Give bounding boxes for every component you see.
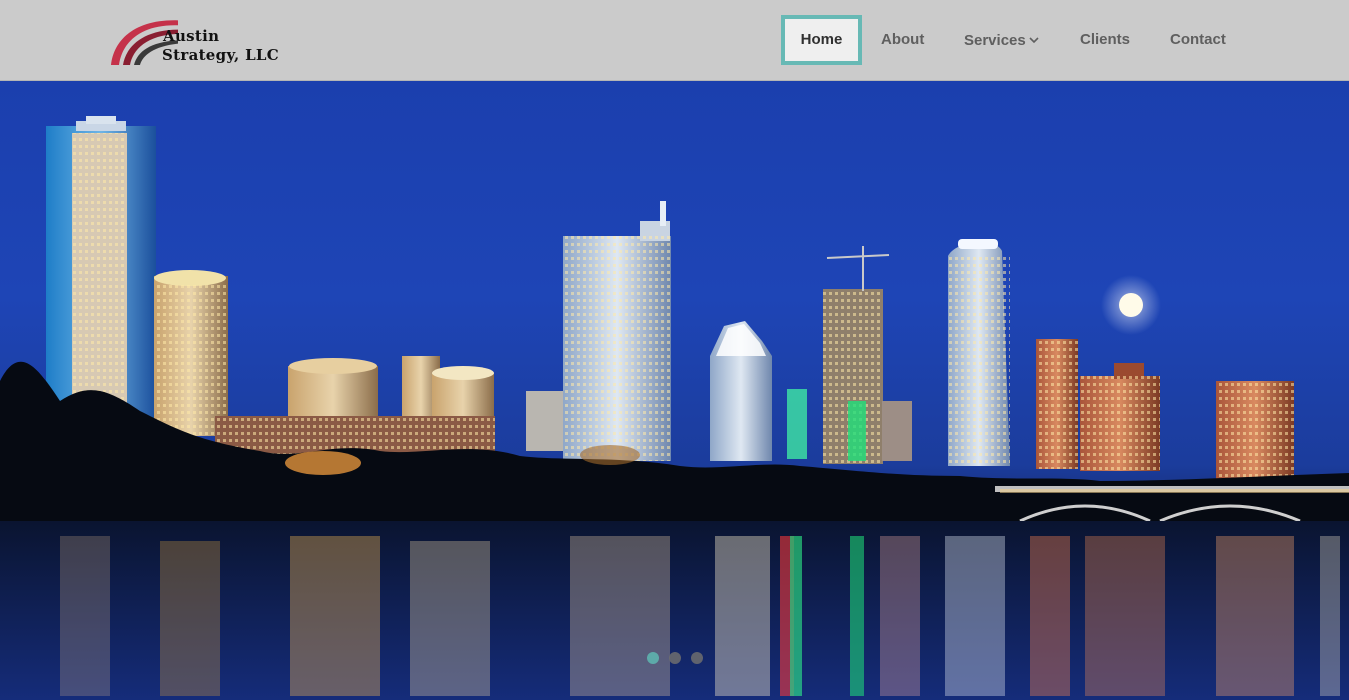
nav-clients[interactable]: Clients	[1080, 15, 1130, 65]
slider-dot-3[interactable]	[691, 652, 703, 664]
chevron-down-icon	[1029, 15, 1039, 65]
slider-dot-1[interactable]	[647, 652, 659, 664]
nav-about[interactable]: About	[881, 15, 924, 65]
hero-slider[interactable]	[0, 81, 1349, 700]
nav-services[interactable]: Services	[964, 15, 1039, 65]
logo-text-line2: Strategy, LLC	[162, 46, 280, 64]
skyline-image	[0, 116, 1349, 700]
nav-home[interactable]: Home	[781, 15, 862, 65]
logo-text-line1: Austin	[163, 27, 220, 45]
site-logo[interactable]: Austin Strategy, LLC	[108, 12, 288, 70]
slider-dot-2[interactable]	[669, 652, 681, 664]
nav-contact[interactable]: Contact	[1170, 15, 1226, 65]
nav-services-label: Services	[964, 32, 1026, 49]
site-header: Austin Strategy, LLC Home About Services…	[0, 0, 1349, 81]
